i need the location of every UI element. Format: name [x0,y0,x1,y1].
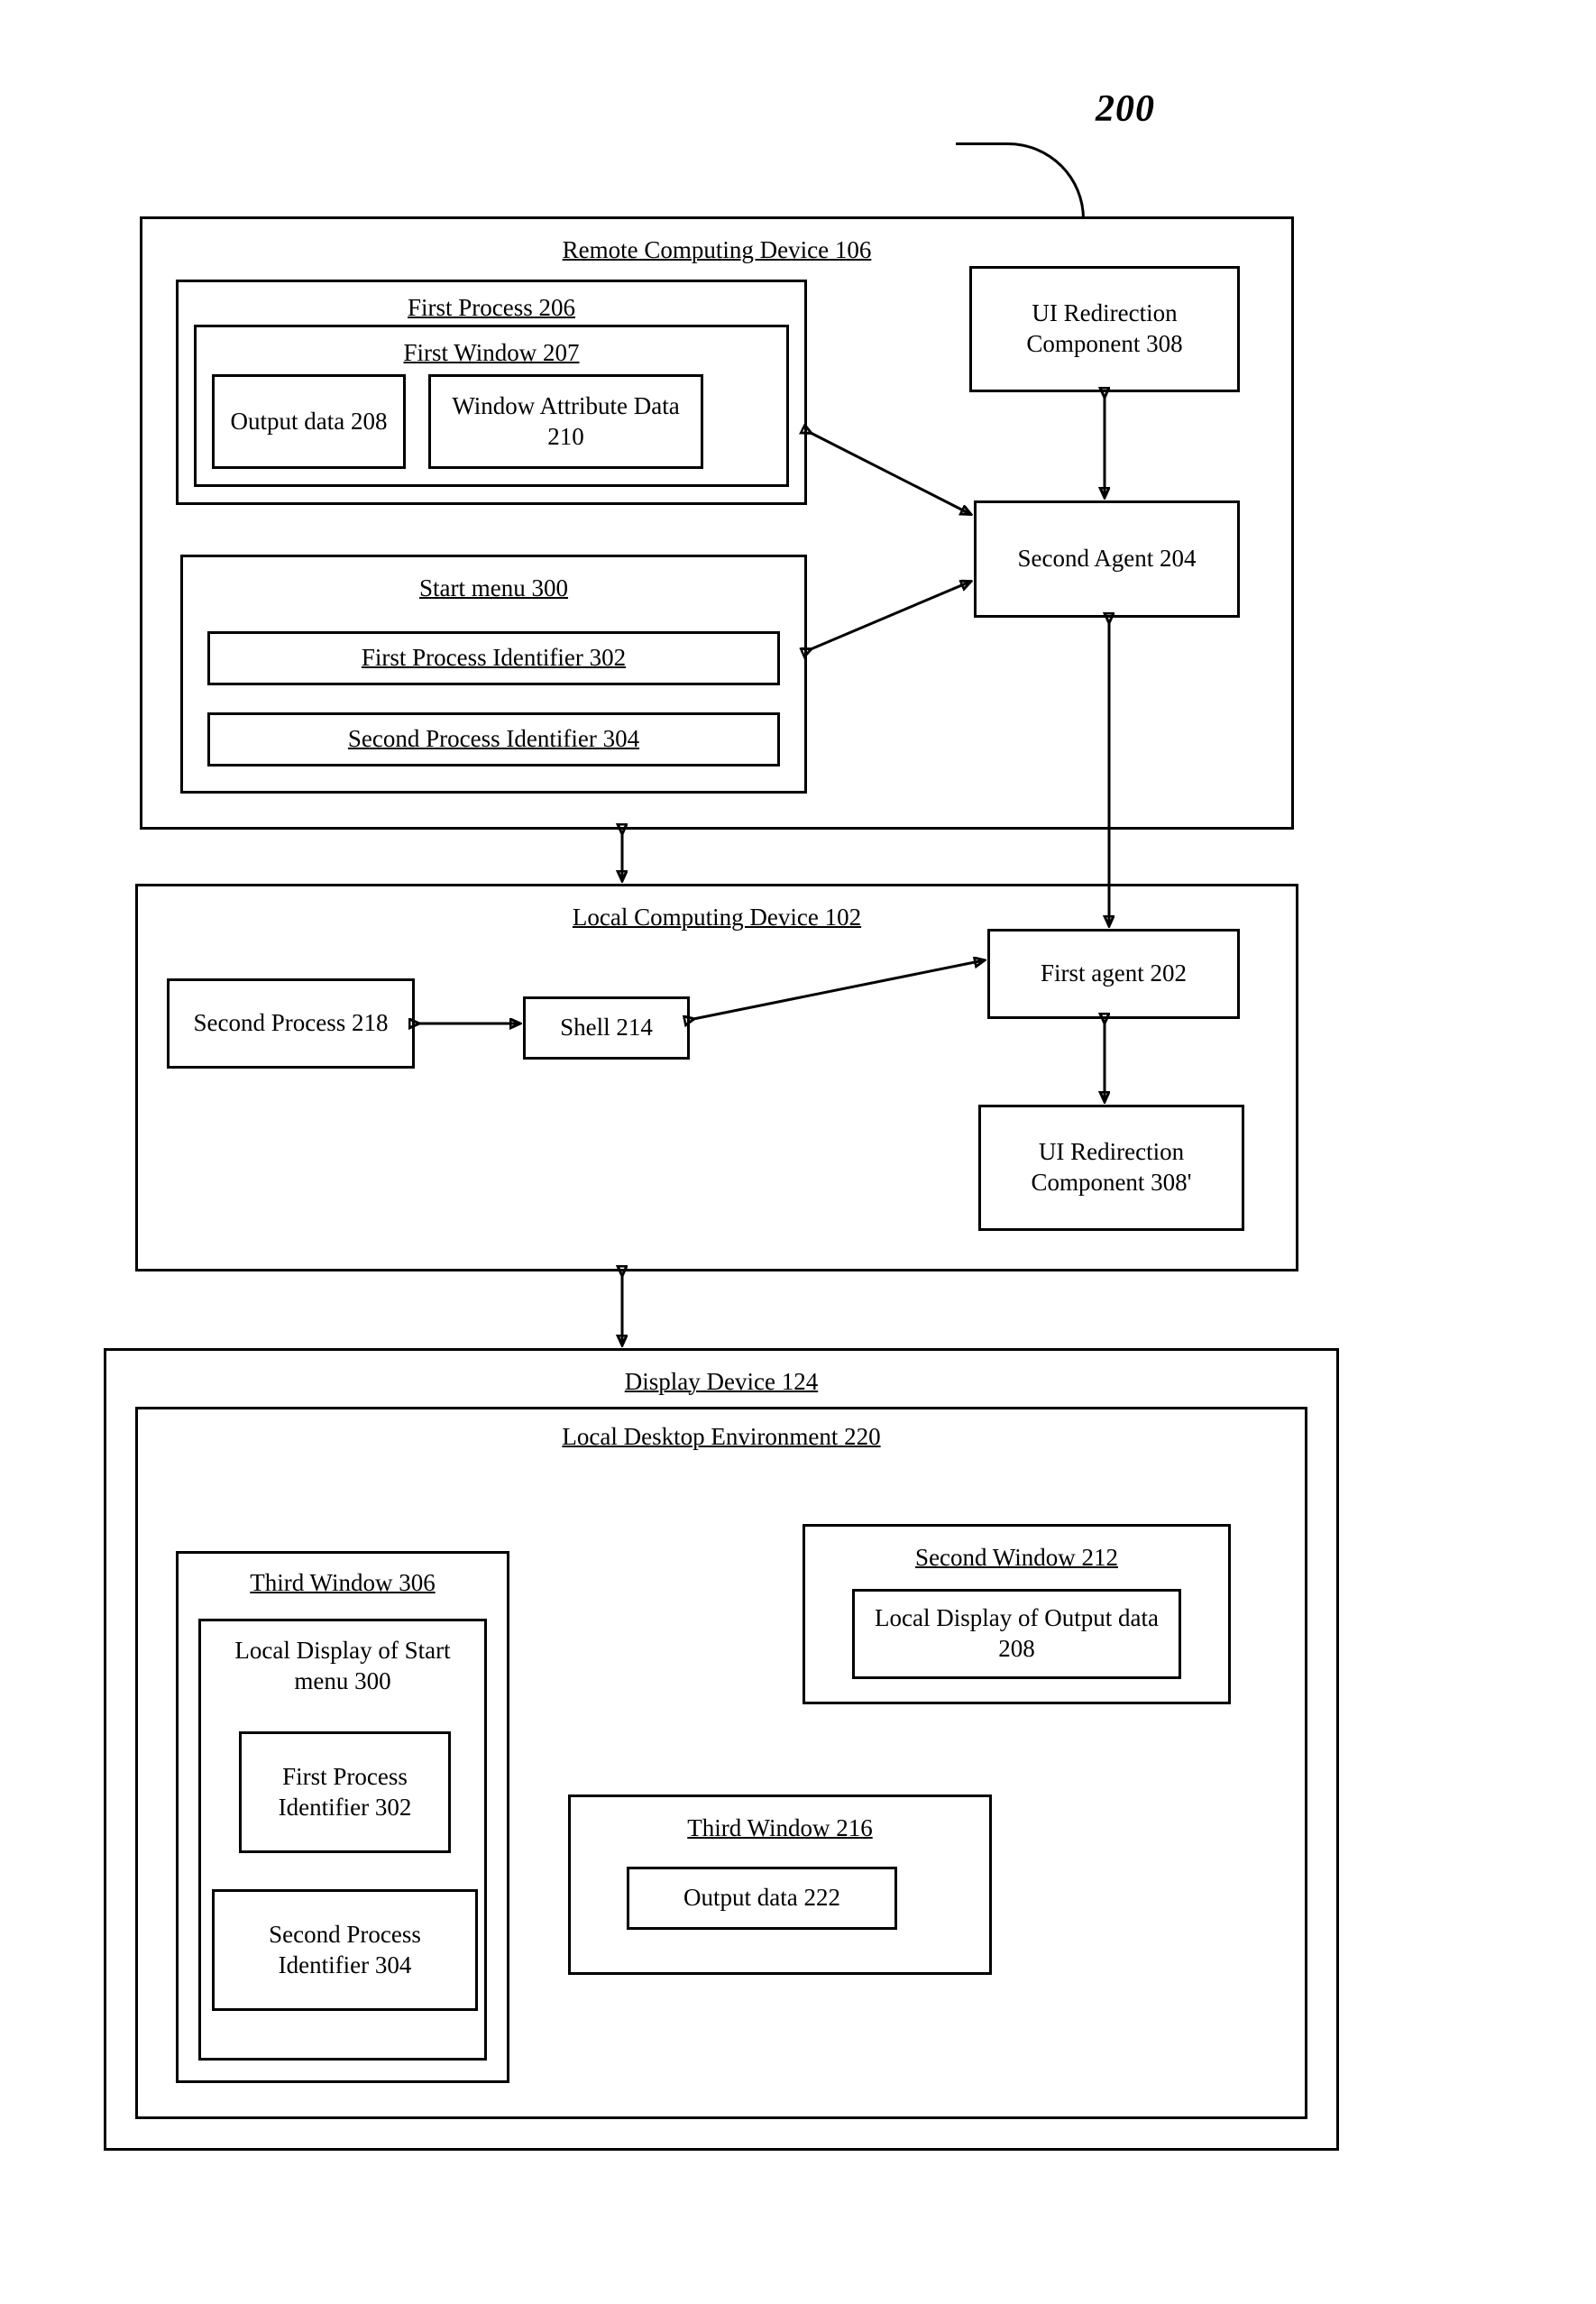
third-window-306-title: Third Window 306 [241,1563,444,1604]
shell-214-label: Shell 214 [560,1013,653,1043]
second-process-218-box: Second Process 218 [167,978,415,1069]
start-menu-title: Start menu 300 [410,568,577,610]
shell-214-box: Shell 214 [523,996,690,1060]
second-proc-id-304-inner-label: Second Process Identifier 304 [224,1920,466,1981]
figure-label: 200 [1096,86,1155,133]
local-display-output-label: Local Display of Output data 208 [864,1603,1169,1665]
second-proc-id-304-box: Second Process Identifier 304 [207,712,780,766]
window-attr-210-box: Window Attribute Data 210 [428,374,703,469]
output-data-208-box: Output data 208 [212,374,406,469]
ui-redir-308-label: UI Redirection Component 308 [981,298,1228,360]
second-proc-id-304-label: Second Process Identifier 304 [348,724,639,755]
local-display-output-box: Local Display of Output data 208 [852,1589,1181,1679]
lead-line-curve [956,142,1085,219]
first-process-title: First Process 206 [399,288,584,329]
figure-root: 200 Remote Computing Device 106 First Pr… [0,0,1596,2304]
first-proc-id-302-inner-label: First Process Identifier 302 [251,1762,439,1823]
window-attr-210-label: Window Attribute Data 210 [440,391,692,453]
output-data-222-box: Output data 222 [627,1867,897,1930]
ui-redir-308-box: UI Redirection Component 308 [969,266,1240,392]
ui-redir-308p-box: UI Redirection Component 308' [978,1105,1244,1231]
second-agent-box: Second Agent 204 [974,500,1240,618]
second-agent-label: Second Agent 204 [1018,544,1197,574]
local-desktop-env-title: Local Desktop Environment 220 [553,1417,889,1458]
local-display-start-label: Local Display of Start menu 300 [210,1630,475,1703]
first-agent-label: First agent 202 [1041,959,1187,989]
remote-device-title: Remote Computing Device 106 [554,230,881,271]
ui-redir-308p-label: UI Redirection Component 308' [990,1137,1233,1198]
first-proc-id-302-label: First Process Identifier 302 [362,643,626,674]
first-agent-box: First agent 202 [987,929,1240,1019]
third-window-216-title: Third Window 216 [678,1808,881,1850]
display-device-title: Display Device 124 [616,1362,827,1403]
second-process-218-label: Second Process 218 [194,1008,389,1039]
output-data-222-label: Output data 222 [683,1883,840,1914]
first-window-title: First Window 207 [395,333,589,374]
second-proc-id-304-inner-box: Second Process Identifier 304 [212,1889,478,2011]
second-window-212-title: Second Window 212 [906,1538,1127,1579]
output-data-208-label: Output data 208 [231,407,388,437]
first-proc-id-302-box: First Process Identifier 302 [207,631,780,685]
first-proc-id-302-inner-box: First Process Identifier 302 [239,1731,451,1853]
local-device-title: Local Computing Device 102 [564,897,870,939]
